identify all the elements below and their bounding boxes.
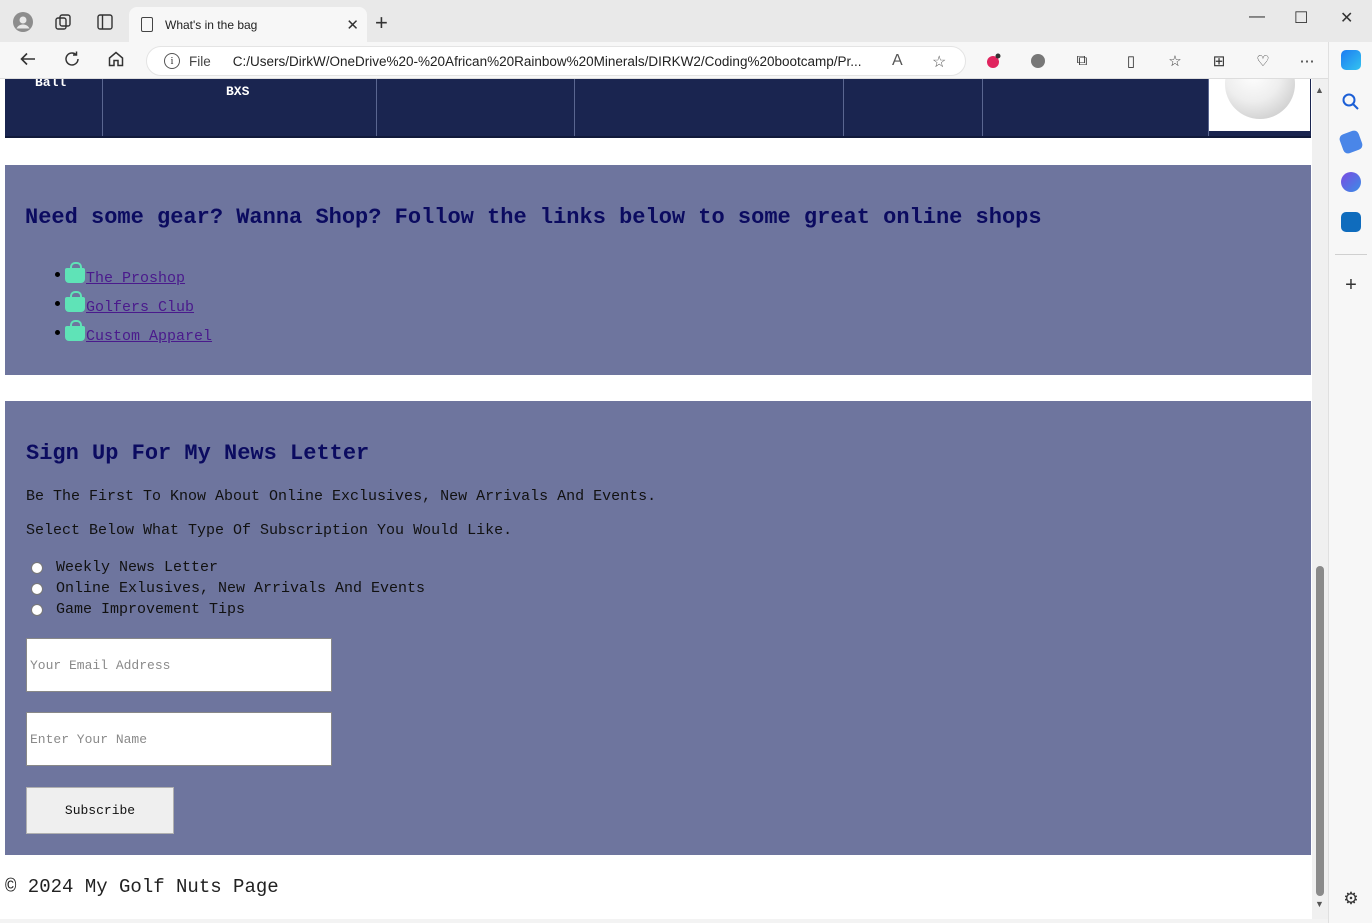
close-window-icon[interactable]: ✕	[1340, 8, 1353, 28]
read-aloud-icon[interactable]: A	[892, 52, 903, 70]
more-menu-icon[interactable]: ⋯	[1298, 52, 1316, 70]
new-tab-icon[interactable]: +	[375, 12, 388, 34]
vertical-scrollbar[interactable]: ▲ ▼	[1312, 79, 1328, 919]
edge-sidebar: + ⚙	[1328, 42, 1372, 923]
favorite-star-icon[interactable]: ☆	[932, 52, 946, 72]
shop-link-golfers-club[interactable]: Golfers Club	[86, 299, 194, 316]
bullet	[55, 330, 60, 335]
email-field[interactable]: Your Email Address	[26, 638, 332, 692]
microsoft-365-icon[interactable]	[1341, 172, 1361, 192]
table-cell: BXS	[103, 79, 377, 136]
scroll-up-arrow-icon[interactable]: ▲	[1315, 85, 1324, 95]
shopping-bag-icon	[65, 262, 85, 283]
tab-title: What's in the bag	[165, 17, 258, 32]
document-icon	[141, 17, 153, 32]
radio-label: Online Exlusives, New Arrivals And Event…	[56, 580, 426, 597]
shopping-bag-icon	[65, 320, 85, 341]
workspaces-icon[interactable]	[53, 12, 73, 32]
active-tab[interactable]: What's in the bag ✕	[129, 7, 367, 42]
sidebar-divider	[1335, 254, 1367, 255]
address-url[interactable]: C:/Users/DirkW/OneDrive%20-%20African%20…	[233, 54, 883, 69]
table-cell	[575, 79, 844, 136]
name-field[interactable]: Enter Your Name	[26, 712, 332, 766]
newsletter-instruction: Select Below What Type Of Subscription Y…	[26, 522, 513, 539]
radio-button[interactable]	[31, 582, 43, 595]
subscription-option-exclusives[interactable]: Online Exlusives, New Arrivals And Event…	[31, 580, 425, 597]
radio-label: Game Improvement Tips	[56, 601, 246, 618]
gear-table: Ball BXS	[5, 79, 1311, 138]
scrollbar-thumb[interactable]	[1316, 566, 1324, 896]
list-item: The Proshop	[45, 258, 191, 287]
subscription-option-weekly[interactable]: Weekly News Letter	[31, 559, 218, 576]
list-item: Custom Apparel	[45, 316, 212, 345]
scroll-down-arrow-icon[interactable]: ▼	[1315, 899, 1324, 909]
shopping-tag-icon[interactable]	[1338, 129, 1364, 155]
address-bar[interactable]: i File C:/Users/DirkW/OneDrive%20-%20Afr…	[146, 46, 966, 76]
outlook-icon[interactable]	[1341, 212, 1361, 232]
close-tab-icon[interactable]: ✕	[346, 16, 359, 34]
page-viewport: Ball BXS Need some gear? Wanna Shop? Fol…	[0, 79, 1328, 919]
shop-links-list: The Proshop Golfers Club Custom Apparel	[45, 258, 212, 345]
shop-link-proshop[interactable]: The Proshop	[86, 270, 185, 287]
footer-copyright: © 2024 My Golf Nuts Page	[5, 876, 279, 898]
newsletter-intro: Be The First To Know About Online Exclus…	[26, 488, 657, 505]
email-placeholder: Your Email Address	[30, 657, 171, 673]
minimize-icon[interactable]: —	[1249, 8, 1265, 26]
golf-ball-image	[1209, 79, 1310, 131]
address-toolbar: i File C:/Users/DirkW/OneDrive%20-%20Afr…	[0, 42, 1372, 79]
extensions-puzzle-icon[interactable]: ⧉	[1073, 52, 1091, 70]
refresh-icon[interactable]	[63, 50, 81, 73]
search-icon[interactable]	[1341, 92, 1361, 112]
site-info-icon[interactable]: i	[164, 53, 180, 69]
subscribe-button[interactable]: Subscribe	[26, 787, 174, 834]
list-item: Golfers Club	[45, 287, 194, 316]
table-cell	[844, 79, 983, 136]
split-screen-icon[interactable]: ▯	[1122, 52, 1140, 70]
shop-link-custom-apparel[interactable]: Custom Apparel	[86, 328, 212, 345]
name-placeholder: Enter Your Name	[30, 731, 148, 747]
maximize-icon[interactable]: ☐	[1294, 8, 1308, 28]
radio-button[interactable]	[31, 561, 43, 574]
browser-essentials-icon[interactable]: ♡	[1254, 52, 1272, 70]
favorites-icon[interactable]: ☆	[1166, 52, 1184, 70]
shop-heading: Need some gear? Wanna Shop? Follow the l…	[25, 205, 1042, 230]
table-cell	[377, 79, 575, 136]
bullet	[55, 272, 60, 277]
extension-grey-icon[interactable]	[1029, 52, 1047, 70]
subscription-option-tips[interactable]: Game Improvement Tips	[31, 601, 245, 618]
newsletter-section: Sign Up For My News Letter Be The First …	[5, 401, 1311, 855]
table-cell: Ball	[5, 79, 103, 136]
shop-section: Need some gear? Wanna Shop? Follow the l…	[5, 165, 1311, 375]
radio-button[interactable]	[31, 603, 43, 616]
extension-colorful-icon[interactable]	[984, 52, 1002, 70]
collections-icon[interactable]: ⊞	[1210, 52, 1228, 70]
bullet	[55, 301, 60, 306]
profile-icon[interactable]	[13, 12, 33, 32]
tab-actions-icon[interactable]	[95, 12, 115, 32]
address-scheme: File	[189, 53, 211, 69]
shopping-bag-icon	[65, 291, 85, 312]
home-icon[interactable]	[107, 50, 125, 73]
add-sidebar-icon[interactable]: +	[1341, 275, 1361, 295]
newsletter-heading: Sign Up For My News Letter	[26, 441, 370, 466]
back-arrow-icon[interactable]	[19, 50, 37, 73]
sidebar-settings-gear-icon[interactable]: ⚙	[1341, 889, 1361, 909]
copilot-icon[interactable]	[1341, 50, 1361, 70]
browser-titlebar: What's in the bag ✕ + — ☐ ✕	[0, 0, 1372, 42]
table-cell	[983, 79, 1209, 136]
radio-label: Weekly News Letter	[56, 559, 219, 576]
